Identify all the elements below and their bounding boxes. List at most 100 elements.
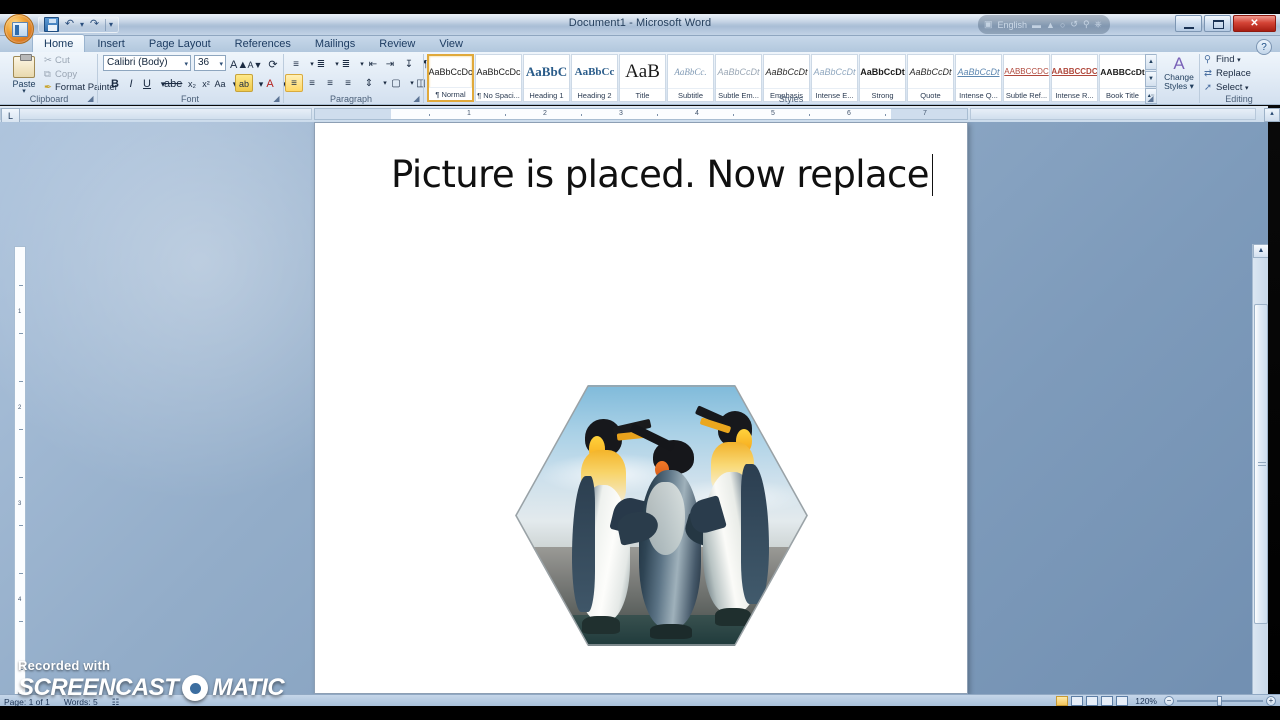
align-left-button[interactable]: ≡ [285,74,303,92]
print-layout-view-button[interactable] [1056,696,1069,706]
align-right-button[interactable]: ≡ [321,74,339,92]
justify-button[interactable]: ≡ [339,74,357,92]
power-icon[interactable]: ⎈ [1095,19,1102,30]
ruler-number: 2 [18,405,22,411]
group-label-paragraph: Paragraph [329,94,373,104]
recorder-overlay-toolbar[interactable]: ▣ English ▬ ▲ ○ ↺ ⚲ ⎈ [978,15,1110,34]
ruler-number: 7 [923,110,927,117]
zoom-slider[interactable] [1177,696,1263,706]
screencast-o-matic-logo: SCREENCAST MATIC [18,674,285,702]
font-size-input[interactable]: 36 ▾ [194,55,226,71]
center-button[interactable]: ≡ [303,74,321,92]
decrease-indent-button[interactable]: ⇤ [364,55,382,73]
shrink-font-button[interactable]: A▼ [246,55,264,73]
cut-button[interactable]: ✂ Cut [44,55,70,66]
horizontal-ruler[interactable]: 1 2 3 4 5 6 7 [314,108,968,120]
font-dialog-launcher[interactable]: ◢ [272,94,281,103]
paste-icon [13,54,35,78]
ribbon-tabs: Home Insert Page Layout References Maili… [32,30,475,52]
change-styles-icon: A [1173,54,1185,73]
chevron-down-icon[interactable]: ▾ [1237,57,1241,64]
minimize-icon [1184,27,1194,29]
recorder-app-icon: ▣ [984,19,993,29]
increase-indent-button[interactable]: ⇥ [381,55,399,73]
refresh-icon[interactable]: ↺ [1070,19,1078,30]
ruler-number: 4 [695,110,699,117]
text-highlight-button[interactable]: ab [235,74,253,92]
scroll-up-button[interactable]: ▲ [1253,244,1268,258]
style-preview: AaBbCcDt [765,66,808,77]
tab-home[interactable]: Home [32,34,86,52]
ruler-number: 3 [18,501,22,507]
vertical-scrollbar[interactable]: ▲ ▲ ● ▼ [1252,244,1268,694]
style-preview: AaBbCcDt [717,66,760,77]
outline-view-button[interactable] [1101,696,1114,706]
chevron-down-icon[interactable]: ▾ [219,60,223,68]
group-label-styles: Styles [778,94,804,104]
ruler-number: 6 [847,110,851,117]
tab-mailings[interactable]: Mailings [303,35,367,52]
select-button[interactable]: ➚ Select ▾ [1204,82,1249,93]
penguins-hexagon-picture[interactable] [515,385,808,646]
vertical-ruler[interactable]: 1 2 3 4 5 6 [14,246,26,694]
ruler-number: 4 [18,597,22,603]
replace-button[interactable]: ⇄ Replace [1204,68,1251,79]
paste-button[interactable]: Paste ▾ [6,54,42,98]
help-button[interactable]: ? [1256,39,1272,55]
brand-left: SCREENCAST [18,674,179,701]
office-button[interactable] [4,14,34,44]
document-paragraph[interactable]: Picture is placed. Now replace [391,153,934,196]
tab-page-layout[interactable]: Page Layout [137,35,223,52]
tab-references[interactable]: References [223,35,303,52]
zoom-slider-knob[interactable] [1217,696,1222,706]
document-page[interactable]: Picture is placed. Now replace [314,122,968,694]
clipboard-dialog-launcher[interactable]: ◢ [86,94,95,103]
scrollbar-thumb[interactable] [1254,304,1268,624]
styles-dialog-launcher[interactable]: ◢ [1146,94,1155,103]
replace-icon: ⇄ [1204,68,1212,79]
minimize-button[interactable] [1175,15,1202,32]
draft-view-button[interactable] [1116,696,1129,706]
split-window-handle[interactable]: ▴ [1264,108,1280,122]
ruler-number: 1 [18,309,22,315]
zoom-level[interactable]: 120% [1135,696,1157,706]
style-preview: AaBbCcDt [813,66,856,77]
font-size-value: 36 [198,57,210,68]
tab-view[interactable]: View [427,35,475,52]
clear-formatting-button[interactable]: ⟳ [264,55,282,73]
copy-button[interactable]: ⧉ Copy [44,69,77,80]
recorded-with-label: Recorded with [18,658,111,673]
full-screen-reading-view-button[interactable] [1071,696,1084,706]
change-styles-label-2-row: Styles ▾ [1164,81,1194,91]
chevron-down-icon[interactable]: ▾ [1245,85,1249,92]
grow-font-button[interactable]: A▲ [229,55,248,73]
style-preview: AaBbCcDc [476,66,521,77]
minimize-icon[interactable]: ▬ [1032,20,1041,30]
paragraph-dialog-launcher[interactable]: ◢ [412,94,421,103]
find-button[interactable]: ⚲ Find ▾ [1204,54,1241,65]
tab-insert[interactable]: Insert [85,35,137,52]
binoculars-icon: ⚲ [1204,54,1211,65]
brand-right: MATIC [212,674,285,701]
letterbox-top [0,0,1280,14]
zoom-out-button[interactable]: − [1164,696,1174,706]
horizontal-ruler-right-pad [970,108,1256,120]
sort-button[interactable]: ↧ [400,55,418,73]
strikethrough-button[interactable]: abe [163,74,183,92]
person-icon[interactable]: ▲ [1046,20,1055,30]
zoom-in-button[interactable]: + [1266,696,1276,706]
style-preview: AaBbCc. [674,66,707,77]
close-button[interactable]: ✕ [1233,15,1276,32]
web-layout-view-button[interactable] [1086,696,1099,706]
group-label-font: Font [180,94,199,104]
copy-icon: ⧉ [44,69,51,80]
key-icon[interactable]: ⚲ [1083,19,1090,30]
maximize-button[interactable] [1204,15,1231,32]
penguin-right [686,405,779,630]
tab-review[interactable]: Review [367,35,427,52]
change-styles-button[interactable]: A Change Styles ▾ [1159,54,1199,91]
font-name-input[interactable]: Calibri (Body) ▾ [103,55,191,71]
office-logo-icon [12,22,28,37]
chevron-down-icon[interactable]: ▾ [184,60,188,68]
clock-icon[interactable]: ○ [1060,20,1065,30]
